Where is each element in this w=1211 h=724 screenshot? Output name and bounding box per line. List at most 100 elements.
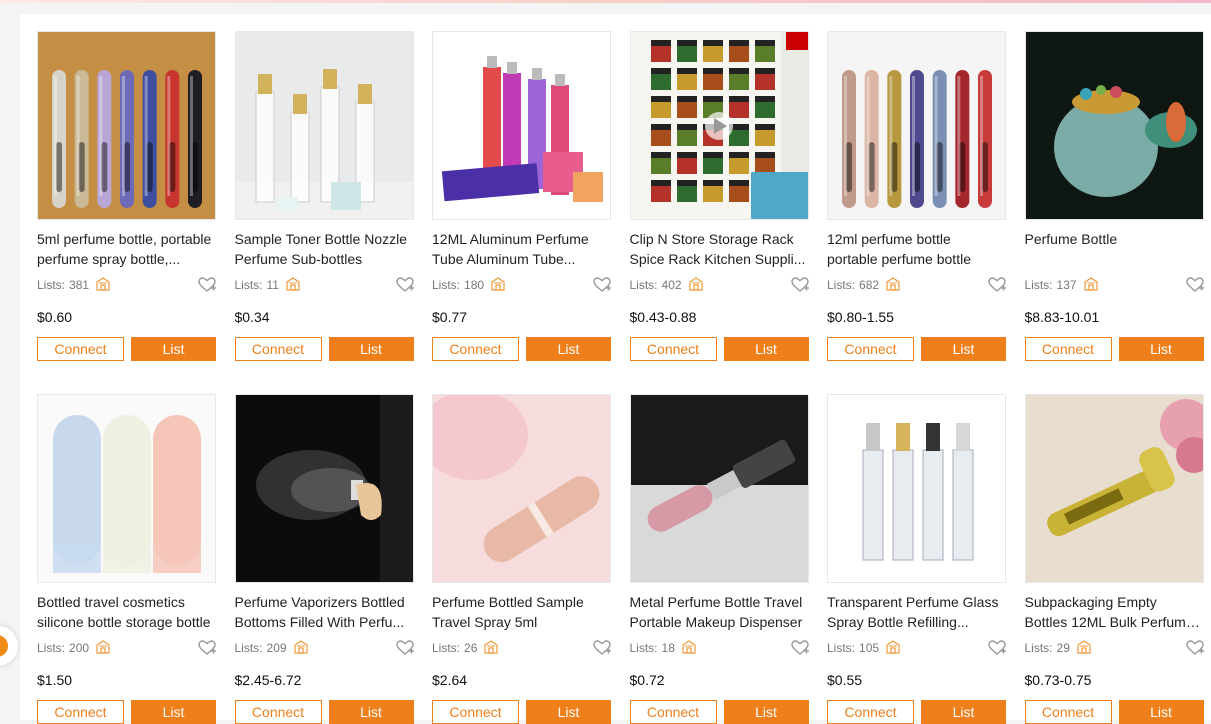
connect-button[interactable]: Connect: [827, 337, 914, 361]
lists-label: Lists:: [827, 278, 856, 292]
connect-button[interactable]: Connect: [827, 700, 914, 724]
lists-value: 26: [464, 641, 478, 655]
lists-count: Lists: 29: [1024, 639, 1092, 658]
lists-value: 137: [1056, 278, 1077, 292]
lists-value: 200: [69, 641, 90, 655]
lists-count: Lists: 381: [37, 276, 111, 295]
product-price: $0.77: [432, 309, 468, 325]
product-results-panel: 5ml perfume bottle, portable perfume spr…: [20, 14, 1211, 724]
list-button[interactable]: List: [921, 700, 1006, 724]
list-button[interactable]: List: [1118, 700, 1204, 724]
product-title[interactable]: Perfume Bottle: [1025, 229, 1203, 269]
side-widget-dot-icon: [0, 635, 8, 657]
shop-icon[interactable]: [89, 276, 111, 295]
product-image[interactable]: [827, 394, 1006, 583]
lists-label: Lists:: [37, 641, 66, 655]
lists-label: Lists:: [37, 278, 66, 292]
list-button[interactable]: List: [723, 700, 809, 724]
lists-value: 180: [464, 278, 485, 292]
connect-button[interactable]: Connect: [37, 700, 124, 724]
product-title[interactable]: 5ml perfume bottle, portable perfume spr…: [37, 229, 215, 269]
lists-count: Lists: 105: [827, 639, 901, 658]
product-image[interactable]: [432, 394, 611, 583]
top-gradient-strip: [0, 0, 1211, 3]
lists-label: Lists:: [827, 641, 856, 655]
lists-value: 682: [859, 278, 880, 292]
shop-icon[interactable]: [675, 639, 697, 658]
lists-label: Lists:: [234, 641, 263, 655]
product-title[interactable]: Metal Perfume Bottle Travel Portable Mak…: [630, 592, 808, 632]
connect-button[interactable]: Connect: [629, 337, 717, 361]
product-title[interactable]: Bottled travel cosmetics silicone bottle…: [37, 592, 215, 632]
list-button[interactable]: List: [921, 337, 1006, 361]
connect-button[interactable]: Connect: [1024, 337, 1112, 361]
shop-icon[interactable]: [1077, 276, 1099, 295]
lists-count: Lists: 26: [432, 639, 499, 658]
product-price: $0.60: [37, 309, 73, 325]
lists-label: Lists:: [1024, 641, 1053, 655]
product-title[interactable]: Perfume Vaporizers Bottled Bottoms Fille…: [235, 592, 413, 632]
shop-icon[interactable]: [477, 639, 499, 658]
lists-label: Lists:: [432, 278, 461, 292]
shop-icon[interactable]: [879, 276, 901, 295]
shop-icon[interactable]: [484, 276, 506, 295]
product-image[interactable]: [37, 31, 216, 220]
lists-value: 381: [69, 278, 90, 292]
list-button[interactable]: List: [526, 337, 611, 361]
shop-icon[interactable]: [682, 276, 704, 295]
product-title[interactable]: 12ml perfume bottle portable perfume bot…: [827, 229, 1005, 269]
product-title[interactable]: Sample Toner Bottle Nozzle Perfume Sub-b…: [235, 229, 413, 269]
shop-icon[interactable]: [279, 276, 301, 295]
shop-icon[interactable]: [287, 639, 309, 658]
lists-label: Lists:: [629, 641, 658, 655]
list-button[interactable]: List: [526, 700, 611, 724]
lists-value: 402: [661, 278, 682, 292]
product-price: $0.55: [827, 672, 863, 688]
lists-value: 11: [266, 278, 279, 292]
connect-button[interactable]: Connect: [432, 700, 519, 724]
lists-value: 209: [266, 641, 287, 655]
lists-value: 29: [1056, 641, 1070, 655]
product-image[interactable]: [234, 394, 414, 583]
list-button[interactable]: List: [723, 337, 809, 361]
lists-value: 105: [859, 641, 880, 655]
product-title[interactable]: 12ML Aluminum Perfume Tube Aluminum Tube…: [432, 229, 610, 269]
lists-count: Lists: 200: [37, 639, 111, 658]
product-price: $8.83-10.01: [1024, 309, 1100, 325]
product-image[interactable]: [1024, 394, 1204, 583]
product-image[interactable]: [629, 394, 809, 583]
shop-icon[interactable]: [879, 639, 901, 658]
product-image[interactable]: [234, 31, 414, 220]
product-title[interactable]: Clip N Store Storage Rack Spice Rack Kit…: [630, 229, 808, 269]
connect-button[interactable]: Connect: [37, 337, 124, 361]
product-title[interactable]: Perfume Bottled Sample Travel Spray 5ml: [432, 592, 610, 632]
lists-label: Lists:: [432, 641, 461, 655]
connect-button[interactable]: Connect: [432, 337, 519, 361]
list-button[interactable]: List: [328, 700, 414, 724]
lists-count: Lists: 180: [432, 276, 506, 295]
connect-button[interactable]: Connect: [629, 700, 717, 724]
shop-icon[interactable]: [1070, 639, 1092, 658]
product-image[interactable]: [827, 31, 1006, 220]
product-price: $0.43-0.88: [629, 309, 697, 325]
product-image[interactable]: [432, 31, 611, 220]
lists-count: Lists: 402: [630, 276, 704, 295]
list-button[interactable]: List: [131, 337, 216, 361]
product-price: $0.73-0.75: [1024, 672, 1092, 688]
product-image[interactable]: [1024, 31, 1204, 220]
floating-side-widget[interactable]: [0, 626, 18, 666]
product-title[interactable]: Transparent Perfume Glass Spray Bottle R…: [827, 592, 1005, 632]
connect-button[interactable]: Connect: [234, 337, 322, 361]
shop-icon[interactable]: [89, 639, 111, 658]
product-image[interactable]: [37, 394, 216, 583]
product-price: $2.64: [432, 672, 468, 688]
lists-count: Lists: 18: [629, 639, 697, 658]
list-button[interactable]: List: [1118, 337, 1204, 361]
list-button[interactable]: List: [328, 337, 414, 361]
lists-count: Lists: 209: [234, 639, 309, 658]
connect-button[interactable]: Connect: [1024, 700, 1112, 724]
connect-button[interactable]: Connect: [234, 700, 322, 724]
product-image[interactable]: [629, 31, 809, 220]
list-button[interactable]: List: [131, 700, 216, 724]
product-title[interactable]: Subpackaging Empty Bottles 12ML Bulk Per…: [1025, 592, 1203, 632]
